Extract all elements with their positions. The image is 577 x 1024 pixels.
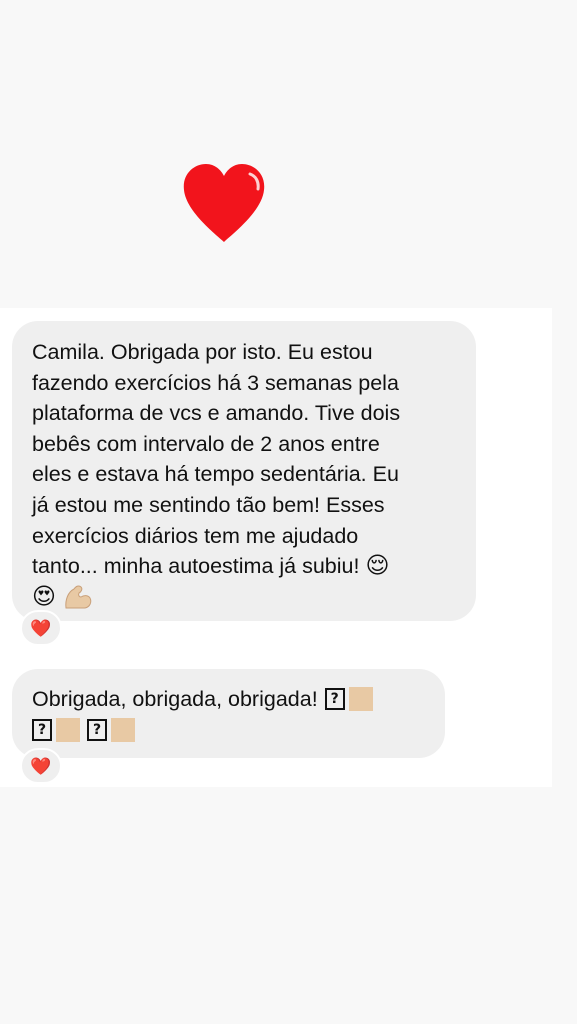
message-line: Obrigada, obrigada, obrigada! ? <box>32 684 425 715</box>
unsupported-emoji-icon: ? <box>324 688 345 711</box>
heart-reaction-icon: ❤️ <box>30 756 52 776</box>
red-heart-icon <box>183 164 265 242</box>
message-line: eles e estava há tempo sedentária. Eu <box>32 462 399 487</box>
heart-reaction[interactable]: ❤️ <box>20 610 62 646</box>
skin-tone-modifier-icon <box>348 687 373 712</box>
relieved-face-emoji-icon: 😌 <box>365 552 390 579</box>
message-bubble[interactable]: Camila. Obrigada por isto. Eu estou faze… <box>12 321 476 621</box>
heart-reaction[interactable]: ❤️ <box>20 748 62 784</box>
message-line: já estou me sentindo tão bem! Esses <box>32 492 385 517</box>
story-top-area <box>0 0 577 308</box>
message-bubble[interactable]: Obrigada, obrigada, obrigada! ? ? ? <box>12 669 445 758</box>
skin-tone-modifier-icon <box>111 717 135 742</box>
emoji-line: 😍 <box>32 582 456 613</box>
unsupported-emoji-icon: ? <box>87 718 107 741</box>
chat-screenshot: Camila. Obrigada por isto. Eu estou faze… <box>0 308 552 787</box>
unsupported-emoji-icon: ? <box>32 718 52 741</box>
message-line: fazendo exercícios há 3 semanas pela <box>32 370 399 395</box>
heart-reaction-icon: ❤️ <box>30 618 52 638</box>
message-text: Obrigada, obrigada, obrigada! <box>32 687 318 711</box>
message-line: Camila. Obrigada por isto. Eu estou <box>32 340 373 364</box>
skin-tone-modifier-icon <box>56 717 80 742</box>
message-line: bebês com intervalo de 2 anos entre <box>32 431 380 456</box>
message-text: tanto... minha autoestima já subiu! <box>32 554 360 579</box>
message-line: plataforma de vcs e amando. Tive dois <box>32 401 401 426</box>
message-line: ? ? <box>32 715 425 746</box>
heart-eyes-emoji-icon: 😍 <box>32 583 56 610</box>
message-line: exercícios diários tem me ajudado <box>32 523 359 548</box>
message-line-with-emoji: tanto... minha autoestima já subiu! 😌 <box>32 551 456 582</box>
flexed-biceps-emoji-icon <box>65 585 92 609</box>
